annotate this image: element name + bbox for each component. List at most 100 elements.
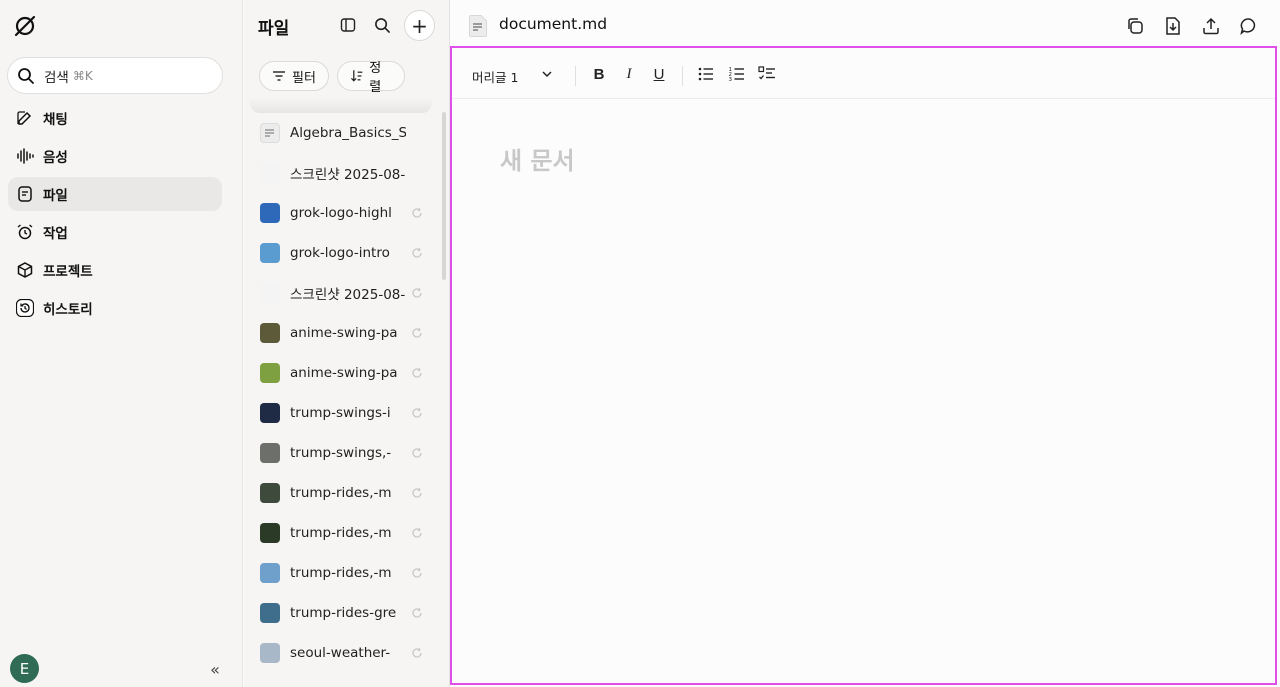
document-thumbnail-icon <box>260 123 280 143</box>
image-thumbnail <box>260 323 280 343</box>
copy-icon[interactable] <box>1125 16 1145 36</box>
document-placeholder[interactable]: 새 문서 <box>500 141 575 176</box>
sort-button[interactable]: 정렬 <box>337 61 405 95</box>
avatar[interactable]: E <box>10 654 39 683</box>
heading-select[interactable]: 머리글 1 <box>472 67 518 86</box>
file-list-item[interactable]: trump-rides,-m <box>260 521 428 545</box>
file-name: grok-logo-intro <box>290 245 390 261</box>
numbered-list-icon[interactable]: 123 <box>728 65 746 83</box>
sync-icon <box>412 447 422 458</box>
sync-icon <box>412 567 422 578</box>
image-thumbnail <box>260 363 280 383</box>
file-list-item[interactable]: trump-rides-gre <box>260 601 428 625</box>
nav-item-history[interactable]: 히스토리 <box>8 291 222 325</box>
scrollbar[interactable] <box>442 112 446 280</box>
file-list-item[interactable]: 스크린샷 2025-08-0 <box>260 281 428 305</box>
nav-item-files[interactable]: 파일 <box>8 177 222 211</box>
file-list-item[interactable]: grok-logo-highl <box>260 201 428 225</box>
chevron-down-icon[interactable] <box>541 68 553 80</box>
sync-icon <box>412 527 422 538</box>
image-thumbnail <box>260 603 280 623</box>
italic-icon[interactable]: I <box>620 65 638 83</box>
underline-icon[interactable]: U <box>650 65 668 83</box>
file-list-item[interactable]: trump-rides,-m <box>260 561 428 585</box>
file-list-item[interactable]: anime-swing-pa <box>260 321 428 345</box>
nav-item-voice[interactable]: 음성 <box>8 139 222 173</box>
sort-label: 정렬 <box>369 61 382 95</box>
grok-logo-icon[interactable] <box>12 13 38 39</box>
file-list-item[interactable]: Algebra_Basics_St <box>260 121 428 145</box>
waveform-icon <box>17 148 34 164</box>
file-name: trump-rides,-m <box>290 525 392 541</box>
nav-item-projects[interactable]: 프로젝트 <box>8 253 222 287</box>
nav-item-label: 작업 <box>43 226 68 242</box>
file-name: anime-swing-pa <box>290 365 398 381</box>
image-thumbnail <box>260 483 280 503</box>
file-name: 스크린샷 2025-08-0 <box>290 167 406 183</box>
nav-item-label: 프로젝트 <box>43 264 93 280</box>
file-name: grok-logo-highl <box>290 205 392 221</box>
document-icon <box>469 15 487 37</box>
toolbar-divider <box>682 66 683 86</box>
sort-icon <box>350 70 363 82</box>
sync-icon <box>412 407 422 418</box>
download-icon[interactable] <box>1163 16 1183 36</box>
file-list-item[interactable]: anime-swing-pa <box>260 361 428 385</box>
editor-area[interactable]: 머리글 1 B I U 123 새 문서 <box>450 46 1277 685</box>
collapse-sidebar-icon[interactable]: « <box>205 660 225 679</box>
history-icon <box>16 299 34 317</box>
filter-icon <box>273 71 285 81</box>
image-thumbnail <box>260 243 280 263</box>
sync-icon <box>412 287 422 298</box>
file-list-item[interactable]: 스크린샷 2025-08-0 <box>260 161 428 185</box>
sync-icon <box>412 247 422 258</box>
nav-item-label: 채팅 <box>43 112 68 128</box>
left-nav: 검색 ⌘K 채팅 음성 파일 작업 프로젝트 히스토리 E « <box>0 0 243 687</box>
sync-icon <box>412 207 422 218</box>
files-panel: 파일 + 필터 정렬 Algebra_Basics_St 스크린샷 2025-08… <box>244 0 450 687</box>
toggle-panel-icon[interactable] <box>336 13 360 37</box>
search-button[interactable]: 검색 ⌘K <box>7 57 223 94</box>
filter-button[interactable]: 필터 <box>259 61 329 91</box>
file-list-item[interactable]: trump-rides,-m <box>260 481 428 505</box>
image-thumbnail <box>260 643 280 663</box>
edit-icon <box>17 111 32 125</box>
image-thumbnail <box>260 203 280 223</box>
sync-icon <box>412 607 422 618</box>
search-shortcut: ⌘K <box>72 68 93 83</box>
nav-item-label: 음성 <box>43 150 68 166</box>
files-title: 파일 <box>258 19 290 39</box>
svg-text:3: 3 <box>729 77 733 83</box>
file-name: anime-swing-pa <box>290 325 398 341</box>
file-name: Algebra_Basics_St <box>290 125 406 141</box>
bold-icon[interactable]: B <box>590 65 608 83</box>
comment-icon[interactable] <box>1239 16 1259 36</box>
toolbar-divider <box>575 66 576 86</box>
bullet-list-icon[interactable] <box>697 65 715 83</box>
file-list-item[interactable]: seoul-weather- <box>260 641 428 665</box>
file-name: trump-rides-gre <box>290 605 397 621</box>
file-name: trump-swings,- <box>290 445 392 461</box>
image-thumbnail <box>260 163 280 183</box>
filter-label: 필터 <box>292 70 316 86</box>
sync-icon <box>412 647 422 658</box>
nav-item-tasks[interactable]: 작업 <box>8 215 222 249</box>
file-name: seoul-weather- <box>290 645 391 661</box>
editor-toolbar: 머리글 1 B I U 123 <box>452 48 1275 99</box>
sync-icon <box>412 367 422 378</box>
image-thumbnail <box>260 563 280 583</box>
image-thumbnail <box>260 443 280 463</box>
file-list-item[interactable]: grok-logo-intro <box>260 241 428 265</box>
file-icon <box>18 186 32 202</box>
search-icon <box>18 67 34 84</box>
share-icon[interactable] <box>1201 16 1221 36</box>
image-thumbnail <box>260 403 280 423</box>
add-file-button[interactable]: + <box>404 10 435 41</box>
file-list-item[interactable]: trump-swings,- <box>260 441 428 465</box>
file-list-item[interactable]: trump-swings-i <box>260 401 428 425</box>
alarm-icon <box>17 224 33 240</box>
search-label: 검색 <box>44 69 69 86</box>
nav-item-chat[interactable]: 채팅 <box>8 101 222 135</box>
search-files-icon[interactable] <box>370 13 394 37</box>
checklist-icon[interactable] <box>758 65 776 83</box>
